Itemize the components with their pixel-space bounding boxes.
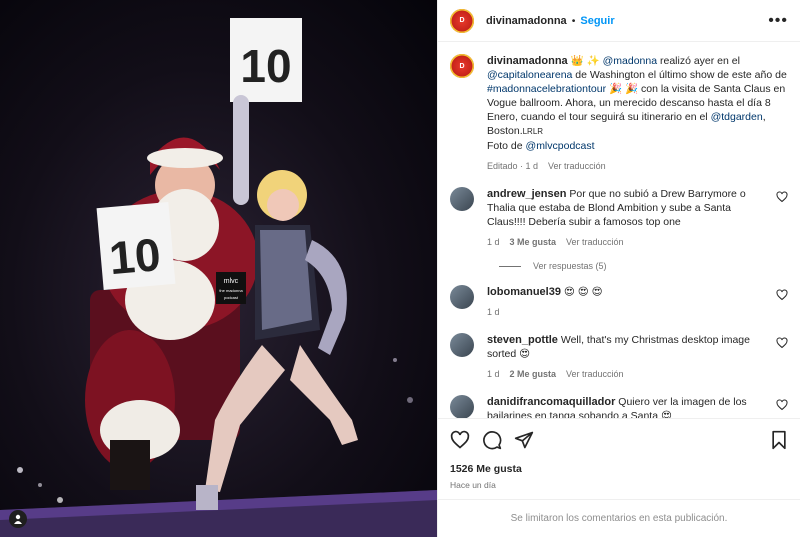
caption-translate-link[interactable]: Ver traducción xyxy=(548,159,606,173)
tagged-users-icon[interactable] xyxy=(9,510,27,528)
comment-time: 1 d xyxy=(487,307,500,317)
caption-username[interactable]: divinamadonna xyxy=(487,55,568,67)
separator-dot: • xyxy=(571,14,576,27)
comment-time: 1 d xyxy=(487,369,500,379)
edited-label: Editado xyxy=(487,161,518,171)
logo-line3: podcast xyxy=(224,295,239,300)
author-username[interactable]: divinamadonna xyxy=(486,15,567,27)
commenter-avatar[interactable] xyxy=(450,187,474,211)
comment-row: andrew_jensen Por que no subió a Drew Ba… xyxy=(450,187,788,249)
logo-line2: the madonna xyxy=(219,288,243,293)
photo-credit: Foto de xyxy=(487,140,526,152)
replies-line xyxy=(499,265,521,267)
more-options-button[interactable]: ••• xyxy=(768,12,788,30)
comment-row: lobomanuel39 😍 😍 😍 1 d xyxy=(450,285,788,319)
commenter-avatar[interactable] xyxy=(450,285,474,309)
caption: D divinamadonna 👑 ✨ @madonna realizó aye… xyxy=(450,54,788,173)
comment-row: steven_pottle Well, that's my Christmas … xyxy=(450,333,788,381)
view-replies-label: Ver respuestas (5) xyxy=(533,261,607,271)
comment-translate-link[interactable]: Ver traducción xyxy=(566,235,624,249)
commenter-avatar[interactable] xyxy=(450,333,474,357)
avatar-letter: D xyxy=(459,17,465,24)
mention-tdgarden[interactable]: @tdgarden xyxy=(711,111,763,123)
mention-capitalonearena[interactable]: @capitalonearena xyxy=(487,69,572,81)
caption-time: 1 d xyxy=(525,161,539,171)
comment-like-icon[interactable] xyxy=(776,399,788,411)
caption-text-1: realizó ayer en el xyxy=(657,55,740,67)
caption-badges: 👑 ✨ xyxy=(570,55,600,67)
avatar-letter: D xyxy=(459,62,465,70)
comment-like-icon[interactable] xyxy=(776,191,788,203)
heart-icon[interactable] xyxy=(450,430,470,450)
comment-row: danidifrancomaquillador Quiero ver la im… xyxy=(450,395,788,418)
sign-right-number: 10 xyxy=(240,40,291,92)
photo-illustration: 10 10 mlvc the madonna podcast xyxy=(0,18,437,537)
comment-icon[interactable] xyxy=(482,430,502,450)
likes-count[interactable]: 1526 Me gusta xyxy=(450,463,788,475)
author-avatar[interactable]: D xyxy=(450,8,474,33)
mention-madonna[interactable]: @madonna xyxy=(603,55,657,67)
post-photo[interactable]: 10 10 mlvc the madonna podcast xyxy=(0,0,437,537)
post-actions: 1526 Me gusta Hace un día xyxy=(438,418,800,505)
comment-time: 1 d xyxy=(487,237,500,247)
comment-like-icon[interactable] xyxy=(776,337,788,349)
comment-text: 😍 😍 😍 xyxy=(563,286,603,298)
view-replies-button[interactable]: Ver respuestas (5) xyxy=(499,261,788,271)
hashtag-link[interactable]: #madonnacelebrationtour xyxy=(487,83,606,95)
commenter-avatar[interactable] xyxy=(450,395,474,418)
comment-like-icon[interactable] xyxy=(776,289,788,301)
comments-list[interactable]: D divinamadonna 👑 ✨ @madonna realizó aye… xyxy=(438,42,800,418)
post-timestamp: Hace un día xyxy=(450,480,496,490)
mention-mlvcpodcast[interactable]: @mlvcpodcast xyxy=(526,140,595,152)
comment-likes[interactable]: 3 Me gusta xyxy=(510,235,557,249)
comment-translate-link[interactable]: Ver traducción xyxy=(566,367,624,381)
comments-limited-notice: Se limitaron los comentarios en esta pub… xyxy=(438,499,800,537)
comment-username[interactable]: steven_pottle xyxy=(487,334,558,346)
caption-meta: Editado · 1 d Ver traducción xyxy=(487,159,606,173)
follow-button[interactable]: Seguir xyxy=(580,15,614,27)
logo-line1: mlvc xyxy=(224,278,239,285)
comment-username[interactable]: danidifrancomaquillador xyxy=(487,396,615,408)
share-icon[interactable] xyxy=(514,430,534,450)
caption-small-tag: LRLR xyxy=(522,127,544,136)
caption-avatar[interactable]: D xyxy=(450,54,474,78)
post-header: D divinamadonna • Seguir ••• xyxy=(438,0,800,42)
comment-username[interactable]: lobomanuel39 xyxy=(487,286,561,298)
caption-text-2: de Washington el último show de este año… xyxy=(572,69,787,81)
bookmark-icon[interactable] xyxy=(770,430,788,450)
comment-likes[interactable]: 2 Me gusta xyxy=(510,367,557,381)
comment-username[interactable]: andrew_jensen xyxy=(487,188,566,200)
sign-left-number: 10 xyxy=(107,228,163,284)
post-detail-panel: D divinamadonna • Seguir ••• D divinamad… xyxy=(437,0,800,537)
